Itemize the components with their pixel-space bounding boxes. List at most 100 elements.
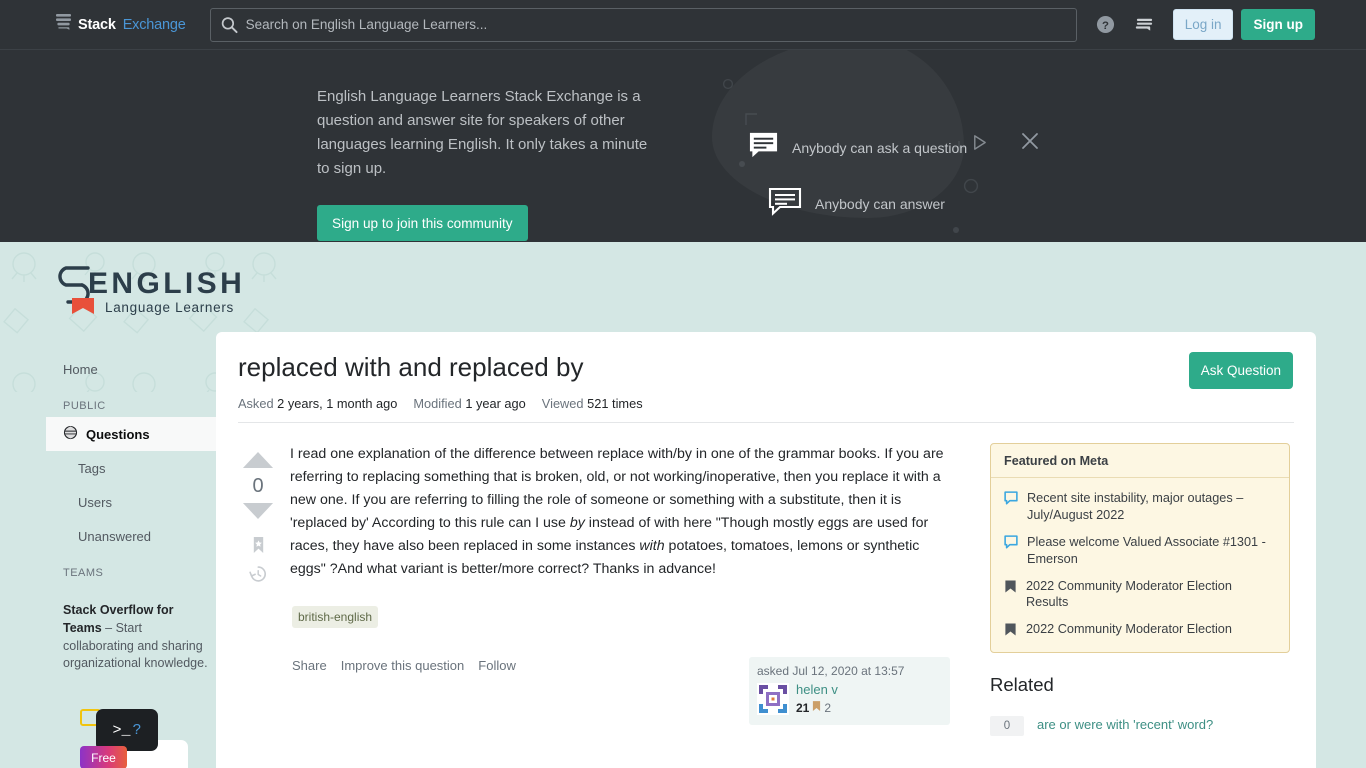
play-triangle-icon[interactable] xyxy=(971,134,988,151)
right-sidebar: Featured on Meta Recent site instability… xyxy=(990,443,1290,745)
sidebar-item-unanswered-label: Unanswered xyxy=(78,528,151,544)
meta-modified-label: Modified xyxy=(413,396,462,412)
teams-art-question-mark: ? xyxy=(132,721,142,739)
reputation-value: 21 xyxy=(796,700,810,715)
history-clock-icon[interactable] xyxy=(249,565,267,583)
svg-text:?: ? xyxy=(1102,20,1109,32)
sidebar-item-users[interactable]: Users xyxy=(46,485,222,519)
improve-question-link[interactable]: Improve this question xyxy=(341,658,465,673)
avatar[interactable] xyxy=(757,683,789,715)
question-body: I read one explanation of the difference… xyxy=(290,443,945,581)
question-actions: Share Improve this question Follow xyxy=(292,658,516,673)
sidebar-item-home[interactable]: Home xyxy=(46,352,222,386)
teams-promo-text[interactable]: Stack Overflow for Teams – Start collabo… xyxy=(63,602,208,673)
related-score: 0 xyxy=(990,716,1024,737)
meta-asked-value: 2 years, 1 month ago xyxy=(277,396,398,412)
sidebar-item-home-label: Home xyxy=(63,361,98,377)
sidebar-item-questions[interactable]: Questions xyxy=(46,417,222,451)
teams-free-badge: Free xyxy=(80,746,127,768)
question-body-emphasis: with xyxy=(639,538,665,554)
bronze-badge-icon xyxy=(812,701,821,715)
hero-feature-ask-text: Anybody can ask a question xyxy=(792,139,968,156)
meta-viewed-value: 521 times xyxy=(587,396,643,412)
question-body-emphasis: by xyxy=(569,515,585,531)
vote-count: 0 xyxy=(252,475,264,497)
teams-art-terminal-card: >_? xyxy=(96,709,158,751)
user-card-info: helen v 21 2 xyxy=(796,682,838,715)
page-title: replaced with and replaced by xyxy=(238,352,584,382)
meta-item-text: 2022 Community Moderator Election xyxy=(1026,622,1232,637)
site-logo-sub-text: Language Learners xyxy=(105,300,234,315)
question-tags: british-english xyxy=(292,606,379,628)
hero-left-column: English Language Learners Stack Exchange… xyxy=(317,85,657,241)
related-link[interactable]: are or were with 'recent' word? xyxy=(1037,716,1213,734)
sidebar-item-tags[interactable]: Tags xyxy=(46,451,222,485)
question-header: replaced with and replaced by Ask Questi… xyxy=(238,350,1294,424)
meta-item-text: Recent site instability, major outages –… xyxy=(1027,491,1244,522)
deco-circle-icon xyxy=(722,78,734,90)
follow-link[interactable]: Follow xyxy=(478,658,516,673)
hero-description: English Language Learners Stack Exchange… xyxy=(317,88,648,177)
sidebar-item-unanswered[interactable]: Unanswered xyxy=(46,519,222,553)
left-sidebar-nav: Home PUBLIC Questions Tags Users Unanswe… xyxy=(46,352,222,584)
bookmark-icon[interactable] xyxy=(251,536,266,554)
signup-button[interactable]: Sign up xyxy=(1241,9,1315,40)
hero-signup-button[interactable]: Sign up to join this community xyxy=(317,205,528,241)
sidebar-heading-teams: TEAMS xyxy=(63,567,104,579)
question-vote-column: 0 xyxy=(238,448,278,583)
tag-british-english[interactable]: british-english xyxy=(292,606,379,628)
stack-exchange-logo-icon xyxy=(56,14,71,35)
sidebar-heading-public: PUBLIC xyxy=(63,400,106,412)
top-navigation-bar: Stack Exchange ? Log in Sign up xyxy=(0,0,1366,50)
logo-text-stack: Stack xyxy=(78,16,116,33)
share-link[interactable]: Share xyxy=(292,658,327,673)
meta-item[interactable]: Recent site instability, major outages –… xyxy=(1002,485,1278,529)
list-item[interactable]: 0 are or were with 'recent' word? xyxy=(990,707,1290,745)
speech-bubble-blue-icon xyxy=(1004,491,1018,505)
hero-feature-answer-text: Anybody can answer xyxy=(815,196,945,212)
meta-viewed-label: Viewed xyxy=(541,396,584,412)
meta-modified-value: 1 year ago xyxy=(465,396,526,412)
sidebar-item-questions-label: Questions xyxy=(86,426,150,442)
logo-text-exchange: Exchange xyxy=(122,16,186,33)
sidebar-item-users-label: Users xyxy=(78,494,112,510)
user-reputation: 21 2 xyxy=(796,701,838,715)
downvote-button[interactable] xyxy=(240,500,276,523)
bookmark-dark-icon xyxy=(1004,579,1017,594)
meta-viewed: Viewed 521 times xyxy=(542,396,643,411)
sidebar-item-tags-label: Tags xyxy=(78,460,106,476)
login-button[interactable]: Log in xyxy=(1172,9,1234,40)
signup-hero-banner: English Language Learners Stack Exchange… xyxy=(0,50,1366,242)
meta-asked-label: Asked xyxy=(238,396,274,412)
close-x-icon[interactable] xyxy=(1020,131,1040,151)
teams-promo-illustration: >_? Free xyxy=(80,709,210,768)
related-list: 0 are or were with 'recent' word? xyxy=(990,707,1290,745)
globe-icon xyxy=(63,425,78,443)
help-icon[interactable]: ? xyxy=(1087,6,1123,44)
meta-item[interactable]: 2022 Community Moderator Election xyxy=(1002,616,1278,643)
featured-on-meta-list: Recent site instability, major outages –… xyxy=(991,478,1289,652)
featured-on-meta-title: Featured on Meta xyxy=(991,444,1289,478)
deco-corner-icon xyxy=(745,113,757,125)
ask-question-button[interactable]: Ask Question xyxy=(1188,352,1293,389)
upvote-button[interactable] xyxy=(240,448,276,471)
meta-item[interactable]: 2022 Community Moderator Election Result… xyxy=(1002,573,1278,617)
speech-bubble-blue-icon xyxy=(1004,535,1018,549)
related-section-title: Related xyxy=(990,674,1054,696)
search-container xyxy=(209,7,1078,42)
meta-asked: Asked 2 years, 1 month ago xyxy=(238,396,397,411)
site-logo-main-text: ENGLISH xyxy=(88,267,241,300)
search-input[interactable] xyxy=(209,7,1078,42)
asker-user-card[interactable]: asked Jul 12, 2020 at 13:57 helen v 21 2 xyxy=(749,657,950,725)
meta-item-text: 2022 Community Moderator Election Result… xyxy=(1026,578,1232,610)
meta-item[interactable]: Please welcome Valued Associate #1301 - … xyxy=(1002,529,1278,573)
site-logo[interactable]: ENGLISH Language Learners xyxy=(56,260,242,327)
user-name-link[interactable]: helen v xyxy=(796,682,838,698)
inbox-icon[interactable] xyxy=(1127,6,1163,44)
speech-bubble-outline-icon xyxy=(768,186,802,223)
hero-feature-answer: Anybody can answer xyxy=(768,186,983,223)
user-card-row: helen v 21 2 xyxy=(757,682,942,715)
deco-dot2-icon xyxy=(953,227,959,233)
stack-exchange-logo[interactable]: Stack Exchange xyxy=(56,14,186,35)
speech-bubble-icon xyxy=(748,130,779,166)
